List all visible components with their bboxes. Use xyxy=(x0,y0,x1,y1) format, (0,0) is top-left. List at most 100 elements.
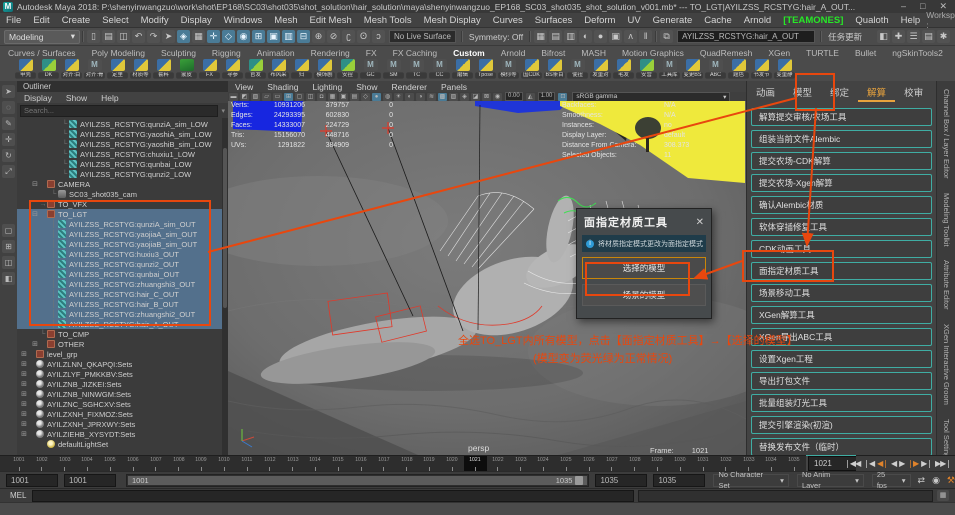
outliner-item[interactable]: │AYILZSS_RCSTYG:yaojiaB_sim_OUT xyxy=(17,239,228,249)
outliner-item[interactable]: ⊞AYILZXNH_JPRXWY:Sets xyxy=(17,419,228,429)
animation-preferences-icon[interactable]: ⚒ xyxy=(947,475,955,486)
shelf-button[interactable]: 变更BS xyxy=(681,58,704,79)
timeline-tick[interactable]: 1026 xyxy=(578,456,601,471)
timeline-tick[interactable]: 1024 xyxy=(532,456,555,471)
script-editor-icon[interactable]: ▦ xyxy=(937,490,949,501)
expander-icon[interactable]: ⊞ xyxy=(20,370,28,378)
shelf-tab[interactable]: xiaohuolu_XTchangyong xyxy=(951,48,955,58)
expander-icon[interactable]: ⊞ xyxy=(20,420,28,428)
dialog-button[interactable]: 选择的模型 xyxy=(582,257,706,279)
color-management-icon[interactable]: ⊡ xyxy=(558,93,567,101)
tool-panel-tab[interactable]: 动画 xyxy=(747,81,784,102)
menu-item[interactable]: Generate xyxy=(647,15,699,26)
timeline-tick[interactable]: 1010 xyxy=(213,456,236,471)
viewport-wireframe-icon[interactable]: ◇ xyxy=(361,93,370,101)
shelf-tab[interactable]: Custom xyxy=(445,48,493,58)
outliner-item[interactable]: │AYILZSS_RCSTYG:qunzi2_OUT xyxy=(17,259,228,269)
tool-button[interactable]: CDK动画工具 xyxy=(751,240,932,258)
shelf-button[interactable]: 蒙皮 xyxy=(175,58,198,79)
menu-item[interactable]: Cache xyxy=(698,15,737,26)
menu-item[interactable]: Help xyxy=(895,15,927,26)
timeline-tick[interactable]: 1005 xyxy=(99,456,122,471)
timeline-tick[interactable]: 1006 xyxy=(122,456,145,471)
exposure-field[interactable]: 0.00 xyxy=(505,92,523,101)
viewport-lock-camera-icon[interactable]: ◩ xyxy=(240,93,249,101)
outliner-item[interactable]: │AYILZSS_RCSTYG:qunziA_sim_OUT xyxy=(17,219,228,229)
play-backwards-button[interactable]: ◀ xyxy=(890,459,897,468)
workspace-icon-2[interactable]: ✚ xyxy=(892,30,905,43)
view-transform-select[interactable]: sRGB gamma▾ xyxy=(572,92,730,102)
viewport-safe-title-icon[interactable]: ▤ xyxy=(350,93,359,101)
menu-item[interactable]: File xyxy=(0,15,27,26)
viewport-depth-peeling-icon[interactable]: ▨ xyxy=(449,93,458,101)
lasso-tool-icon[interactable]: ◌ xyxy=(2,101,15,114)
outliner-item[interactable]: ⊞AYILZNC_SGHCXV:Sets xyxy=(17,399,228,409)
shelf-button[interactable]: M TC xyxy=(405,58,428,79)
menu-item[interactable]: [TEAMONES] xyxy=(777,15,849,26)
ipr-render-icon[interactable]: ▥ xyxy=(564,30,577,43)
outliner-item[interactable]: ⊟TO_LGT xyxy=(17,209,228,219)
exposure-icon[interactable]: ◉ xyxy=(493,93,502,101)
launch-app-icon[interactable]: ʌ xyxy=(624,30,637,43)
go-to-end-button[interactable]: ▶▶❘ xyxy=(934,459,952,468)
shelf-button[interactable]: M 模你等 xyxy=(497,58,520,79)
layout-split-pane-icon[interactable]: ◫ xyxy=(2,256,15,269)
playback-start-field[interactable]: 1001 xyxy=(64,474,116,487)
timeline-tick[interactable]: 1025 xyxy=(555,456,578,471)
timeline-tick[interactable]: 1011 xyxy=(236,456,259,471)
shelf-tab[interactable]: Motion Graphics xyxy=(614,48,692,58)
viewport-bookmark-icon[interactable]: ▱ xyxy=(262,93,271,101)
timeline-tick[interactable]: 1004 xyxy=(76,456,99,471)
character-set-select[interactable]: No Character Set▾ xyxy=(713,474,789,487)
playback-loop-icon[interactable]: ⇄ xyxy=(918,475,926,486)
expander-icon[interactable]: ⊞ xyxy=(20,410,28,418)
menu-item[interactable]: Curves xyxy=(487,15,529,26)
timeline-tick[interactable]: 1012 xyxy=(259,456,282,471)
shelf-tab[interactable]: XGen xyxy=(760,48,798,58)
redo-icon[interactable]: ↷ xyxy=(147,30,160,43)
shelf-button[interactable]: 毛发 xyxy=(612,58,635,79)
play-forwards-button[interactable]: ▶ xyxy=(898,459,905,468)
timeline-tick[interactable]: 1013 xyxy=(282,456,305,471)
timeline-tick[interactable]: 1023 xyxy=(510,456,533,471)
outliner-item[interactable]: ⊞AYILZNB_JIZKEI:Sets xyxy=(17,379,228,389)
tool-button[interactable]: 组装当前文件Alembic xyxy=(751,130,932,148)
viewport-gate-mask-icon[interactable]: ◘ xyxy=(317,93,326,101)
outliner-menu-item[interactable]: Help xyxy=(94,93,125,103)
animation-end-field[interactable]: 1035 xyxy=(653,474,705,487)
viewport-menu-item[interactable]: Shading xyxy=(260,82,305,92)
tool-button[interactable]: 确认Alembic材质 xyxy=(751,196,932,214)
outliner-item[interactable]: │AYILZSS_RCSTYG:hair_C_OUT xyxy=(17,289,228,299)
tool-button[interactable]: 提交农场-Xgen解算 xyxy=(751,174,932,192)
viewport-menu-item[interactable]: Show xyxy=(349,82,384,92)
menu-item[interactable]: Windows xyxy=(218,15,269,26)
tool-panel-tab[interactable]: 模型 xyxy=(784,81,821,102)
viewport-textured-icon[interactable]: ◍ xyxy=(383,93,392,101)
tool-button[interactable]: 提交引擎渲染(初渲) xyxy=(751,416,932,434)
outliner-menu-item[interactable]: Show xyxy=(59,93,94,103)
timeline-tick[interactable]: 1002 xyxy=(31,456,54,471)
outliner-item[interactable]: defaultLightSet xyxy=(17,439,228,449)
shelf-button[interactable]: M SM xyxy=(382,58,405,79)
menu-set-select[interactable]: Modeling▾ xyxy=(4,30,80,44)
menu-item[interactable]: Display xyxy=(175,15,218,26)
expander-icon[interactable]: ⊞ xyxy=(20,360,28,368)
snap-projected-icon[interactable]: ⊞ xyxy=(252,30,265,43)
layout-outliner-persp-icon[interactable]: ◧ xyxy=(2,272,15,285)
viewport-screen-ao-icon[interactable]: ◑ xyxy=(416,93,425,101)
workspace-icon-4[interactable]: ▤ xyxy=(922,30,935,43)
shelf-tab[interactable]: MASH xyxy=(573,48,614,58)
outliner-item[interactable]: ⊟CAMERA xyxy=(17,179,228,189)
menu-item[interactable]: UV xyxy=(621,15,646,26)
timeline-tick[interactable]: 1007 xyxy=(145,456,168,471)
rotate-tool-icon[interactable]: ↻ xyxy=(2,149,15,162)
shelf-tab[interactable]: Bifrost xyxy=(533,48,573,58)
dock-tab[interactable]: Channel Box / Layer Editor xyxy=(942,89,951,179)
shelf-button[interactable]: 书发节 xyxy=(750,58,773,79)
timeline-tick[interactable]: 1008 xyxy=(168,456,191,471)
shelf-tab[interactable]: Poly Modeling xyxy=(84,48,153,58)
step-forward-frame-button[interactable]: ▶❘ xyxy=(920,459,933,468)
shelf-button[interactable]: 磨辑 xyxy=(451,58,474,79)
shelf-button[interactable]: M 使扭 xyxy=(566,58,589,79)
range-handle[interactable] xyxy=(575,476,583,485)
